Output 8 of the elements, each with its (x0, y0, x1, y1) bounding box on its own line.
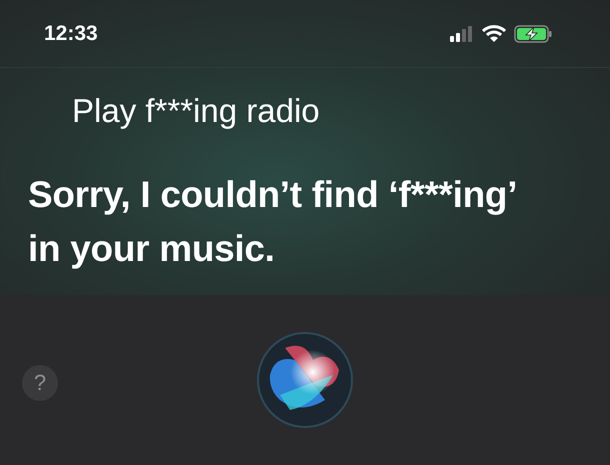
status-time: 12:33 (44, 22, 98, 46)
spoken-query: Play f***ing radio (71, 92, 321, 130)
wifi-icon (482, 24, 506, 42)
siri-response: Sorry, I couldn’t find ‘f***ing’ in your music. (28, 173, 516, 271)
signal-icon (450, 26, 474, 42)
siri-orb-icon (255, 330, 355, 430)
help-button[interactable]: ? (22, 365, 58, 401)
battery-charging-icon (514, 24, 552, 42)
